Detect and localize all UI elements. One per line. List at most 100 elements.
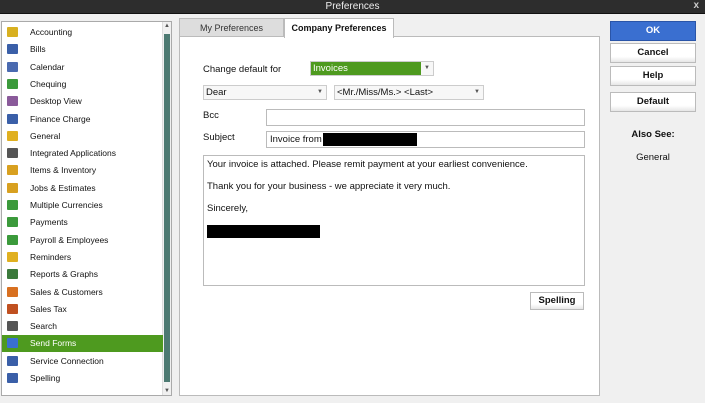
category-icon (7, 251, 18, 262)
bcc-input[interactable] (266, 109, 585, 126)
category-icon (7, 27, 18, 37)
sidebar-item-label: Send Forms (30, 338, 77, 349)
preferences-category-list[interactable]: ▲ ▼ Accounting Bills Calendar Chequing Deskt… (1, 21, 172, 396)
subject-input[interactable]: Invoice from (266, 131, 585, 148)
category-icon (7, 165, 18, 176)
sidebar-item-label: Payments (30, 217, 68, 228)
redacted-block (322, 132, 417, 146)
category-icon (7, 130, 18, 141)
category-icon (7, 234, 18, 245)
sidebar-item-label: Chequing (30, 78, 67, 89)
subject-value: Invoice from (270, 134, 322, 145)
sidebar-item-reports-graphs[interactable]: Reports & Graphs (2, 266, 163, 283)
also-see-heading: Also See: (631, 129, 675, 140)
sidebar-item-desktop-view[interactable]: Desktop View (2, 93, 163, 110)
sidebar-item-payments[interactable]: Payments (2, 214, 163, 231)
sidebar-item-label: Multiple Currencies (30, 200, 103, 210)
also-see-general-link[interactable]: General (610, 152, 696, 163)
sidebar-item-payroll-employees[interactable]: Payroll & Employees (2, 232, 163, 249)
scrollbar-thumb[interactable] (164, 34, 170, 382)
sidebar-item-label: Bills (30, 44, 46, 55)
category-icon (7, 286, 18, 297)
sidebar-item-label: Reports & Graphs (30, 269, 99, 280)
subject-label: Subject (203, 132, 235, 143)
sidebar-item-accounting[interactable]: Accounting (2, 24, 163, 41)
close-icon[interactable]: x (693, 0, 699, 11)
sidebar-item-reminders[interactable]: Reminders (2, 249, 163, 266)
sidebar-item-label: Jobs & Estimates (30, 182, 96, 193)
sidebar-item-label: Sales Tax (30, 303, 67, 314)
sidebar-item-label: Items & Inventory (30, 165, 97, 176)
name-format-value: <Mr./Miss/Ms.> <Last> (337, 87, 434, 98)
sidebar-item-label: Sales & Customers (30, 286, 103, 297)
sidebar-item-spelling[interactable]: Spelling (2, 370, 163, 387)
scroll-down-icon[interactable]: ▼ (163, 388, 171, 394)
sidebar-item-general[interactable]: General (2, 128, 163, 145)
sidebar-item-service-connection[interactable]: Service Connection (2, 353, 163, 370)
sidebar-item-label: Spelling (30, 373, 61, 383)
salutation-value: Dear (206, 87, 227, 98)
category-icon (7, 355, 18, 366)
ok-button[interactable]: OK (610, 21, 696, 41)
help-button[interactable]: Help (610, 66, 696, 86)
chevron-down-icon: ▼ (317, 89, 323, 95)
category-icon (7, 148, 18, 159)
redacted-signature (207, 225, 320, 238)
category-icon (7, 373, 18, 383)
sidebar-item-send-forms[interactable]: Send Forms (2, 335, 163, 353)
sidebar-item-label: Desktop View (30, 96, 82, 107)
sidebar-item-sales-tax[interactable]: Sales Tax (2, 301, 163, 318)
title-bar: Preferences x (0, 0, 705, 14)
sidebar-item-items-inventory[interactable]: Items & Inventory (2, 162, 163, 179)
category-icon (7, 113, 18, 124)
sidebar-item-finance-charge[interactable]: Finance Charge (2, 111, 163, 128)
sidebar-item-label: Service Connection (30, 355, 104, 366)
sidebar-item-calendar[interactable]: Calendar (2, 59, 163, 76)
sidebar-item-chequing[interactable]: Chequing (2, 76, 163, 93)
category-icon (7, 96, 18, 107)
change-default-dropdown[interactable]: Invoices ▼ (310, 61, 434, 76)
sidebar-item-multiple-currencies[interactable]: Multiple Currencies (2, 197, 163, 214)
body-line: Your invoice is attached. Please remit p… (207, 159, 528, 170)
category-icon (7, 303, 18, 314)
change-default-value: Invoices (313, 63, 348, 74)
tab-company-preferences[interactable]: Company Preferences (284, 18, 394, 38)
default-button[interactable]: Default (610, 92, 696, 112)
sidebar-item-jobs-estimates[interactable]: Jobs & Estimates (2, 180, 163, 197)
category-icon (7, 321, 18, 332)
chevron-down-icon: ▼ (474, 89, 480, 95)
category-icon (7, 200, 18, 210)
salutation-dropdown[interactable]: Dear ▼ (203, 85, 327, 100)
sidebar-item-sales-customers[interactable]: Sales & Customers (2, 284, 163, 301)
sidebar-item-search[interactable]: Search (2, 318, 163, 335)
bcc-label: Bcc (203, 110, 219, 121)
name-format-dropdown[interactable]: <Mr./Miss/Ms.> <Last> ▼ (334, 85, 484, 100)
change-default-label: Change default for (203, 64, 282, 75)
scrollbar[interactable]: ▲ ▼ (162, 22, 171, 395)
category-icon (7, 182, 18, 193)
category-icon (7, 44, 18, 55)
sidebar-item-label: Payroll & Employees (30, 234, 109, 245)
category-icon (7, 338, 18, 349)
message-body-textarea[interactable]: Your invoice is attached. Please remit p… (203, 155, 585, 286)
category-icon (7, 78, 18, 89)
tab-my-preferences[interactable]: My Preferences (179, 18, 284, 37)
sidebar-item-bills[interactable]: Bills (2, 41, 163, 58)
sidebar-item-label: Finance Charge (30, 113, 91, 124)
spelling-button[interactable]: Spelling (530, 292, 584, 310)
body-line: Sincerely, (207, 203, 249, 214)
category-icon (7, 61, 18, 72)
sidebar-item-label: Search (30, 321, 57, 332)
sidebar-item-integrated-applications[interactable]: Integrated Applications (2, 145, 163, 162)
sidebar-item-label: Accounting (30, 27, 73, 37)
sidebar-item-label: General (30, 130, 61, 141)
sidebar-item-label: Calendar (30, 61, 65, 72)
scroll-up-icon[interactable]: ▲ (163, 23, 171, 29)
category-icon (7, 217, 18, 228)
window-title: Preferences (325, 1, 380, 12)
sidebar-item-label: Reminders (30, 251, 72, 262)
category-icon (7, 269, 18, 280)
chevron-down-icon: ▼ (421, 62, 433, 75)
cancel-button[interactable]: Cancel (610, 43, 696, 63)
body-line: Thank you for your business - we appreci… (207, 181, 451, 192)
